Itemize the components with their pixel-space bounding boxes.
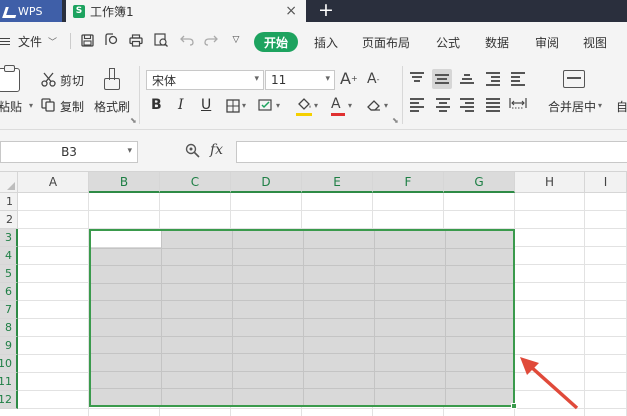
chevron-down-icon: ▾ <box>325 74 330 84</box>
spreadsheet-icon: S <box>73 4 85 18</box>
font-name-value: 宋体 <box>152 73 177 88</box>
font-color-swatch <box>331 113 345 116</box>
font-size-select[interactable]: 11 ▾ <box>265 70 335 90</box>
eraser-icon[interactable] <box>366 98 382 112</box>
ribbon-toolbar: 粘贴 ▾ 剪切 复制 格式刷 宋体 ▾ 11 ▾ A + A- B I U ▾ ▾… <box>0 60 627 130</box>
menu-divider <box>70 33 71 49</box>
worksheet-grid[interactable]: ABCDEFGHI 1 2 3 4 5 6 7 8 9 10 11 12 <box>0 172 627 416</box>
format-painter-button[interactable]: 格式刷 <box>94 98 130 115</box>
ribbon-divider <box>139 66 140 124</box>
distribute-icon[interactable] <box>509 96 527 110</box>
new-tab-button[interactable]: + <box>318 0 334 21</box>
tab-wps-home[interactable]: WPS <box>0 0 62 22</box>
print-icon[interactable] <box>129 33 143 47</box>
auto-wrap-button[interactable]: 自 <box>616 98 627 115</box>
increase-indent-icon[interactable] <box>511 72 525 86</box>
paste-icon[interactable] <box>0 65 20 92</box>
file-menu-label: 文件 <box>18 34 43 49</box>
tab-home-start[interactable]: 开始 <box>254 32 298 52</box>
clipboard-launcher-icon[interactable]: ⬊ <box>130 116 137 125</box>
fill-color-dropdown-icon[interactable]: ▾ <box>314 101 318 110</box>
hamburger-icon <box>0 36 10 47</box>
print-preview-icon[interactable] <box>154 33 168 47</box>
formula-bar: B3 ▾ fx <box>0 130 627 172</box>
insert-function-button[interactable]: fx <box>210 142 223 158</box>
borders-icon[interactable] <box>226 99 240 113</box>
decrease-indent-icon[interactable] <box>486 72 500 86</box>
chevron-down-icon: ﹀ <box>48 37 58 48</box>
zoom-icon[interactable] <box>185 143 200 162</box>
align-middle-icon[interactable] <box>432 69 452 89</box>
tab-view[interactable]: 视图 <box>583 34 607 51</box>
copy-icon <box>40 97 56 113</box>
cell-style-icon[interactable] <box>258 98 274 114</box>
italic-button[interactable]: I <box>178 97 184 113</box>
clear-dropdown-icon[interactable]: ▾ <box>384 101 388 110</box>
font-launcher-icon[interactable]: ⬊ <box>392 116 399 125</box>
name-box-value: B3 <box>61 145 77 159</box>
align-right-icon[interactable] <box>460 98 474 112</box>
tab-page-layout[interactable]: 页面布局 <box>362 34 410 51</box>
increase-font-size-icon[interactable]: A + <box>340 69 358 88</box>
tab-wps-label: WPS <box>18 4 43 18</box>
merge-dropdown-icon[interactable]: ▾ <box>598 101 602 110</box>
underline-button[interactable]: U <box>201 97 211 113</box>
export-pdf-icon[interactable] <box>104 33 118 47</box>
format-painter-icon <box>104 68 120 90</box>
scissors-icon <box>40 71 56 87</box>
copy-button[interactable]: 复制 <box>60 98 84 115</box>
align-top-icon[interactable] <box>410 72 424 84</box>
borders-dropdown-icon[interactable]: ▾ <box>242 101 246 110</box>
name-box[interactable]: B3 ▾ <box>0 141 138 163</box>
tab-data[interactable]: 数据 <box>485 34 509 51</box>
undo-icon[interactable] <box>180 33 194 47</box>
tab-insert[interactable]: 插入 <box>314 34 338 51</box>
quick-access-more-icon[interactable]: ▽ <box>229 33 243 47</box>
tab-document[interactable]: S 工作簿1 × <box>66 0 306 22</box>
ribbon-divider <box>402 66 403 124</box>
font-size-value: 11 <box>271 73 287 87</box>
cell-style-dropdown-icon[interactable]: ▾ <box>276 101 280 110</box>
merge-cells-icon <box>563 70 585 88</box>
font-color-dropdown-icon[interactable]: ▾ <box>348 101 352 110</box>
cut-button[interactable]: 剪切 <box>60 72 84 89</box>
align-left-icon[interactable] <box>410 98 424 112</box>
close-tab-icon[interactable]: × <box>285 3 297 19</box>
annotation-arrow-icon <box>520 357 579 410</box>
bold-button[interactable]: B <box>151 97 162 113</box>
tab-review[interactable]: 审阅 <box>535 34 559 51</box>
redo-icon[interactable] <box>204 33 218 47</box>
chevron-down-icon: ▾ <box>127 146 132 156</box>
tab-bar: WPS S 工作簿1 × + <box>0 0 627 22</box>
wps-logo-icon <box>4 6 14 16</box>
tab-document-title: 工作簿1 <box>90 4 134 19</box>
tab-formulas[interactable]: 公式 <box>436 34 460 51</box>
align-center-icon[interactable] <box>436 98 450 112</box>
chevron-down-icon: ▾ <box>254 74 259 84</box>
file-menu-button[interactable]: 文件 ﹀ <box>0 22 57 60</box>
font-name-select[interactable]: 宋体 ▾ <box>146 70 264 90</box>
menu-bar: 文件 ﹀ ▽ 开始 插入 页面布局 公式 数据 审阅 视图 <box>0 22 627 60</box>
save-icon[interactable] <box>80 33 94 47</box>
justify-icon[interactable] <box>486 98 500 112</box>
paste-button[interactable]: 粘贴 <box>0 98 22 115</box>
font-color-icon[interactable]: A <box>331 96 341 112</box>
fill-color-swatch <box>296 113 312 116</box>
align-bottom-icon[interactable] <box>460 72 474 84</box>
merge-center-button[interactable]: 合并居中 <box>548 98 596 115</box>
fill-color-icon[interactable] <box>296 97 312 111</box>
decrease-font-size-icon[interactable]: A- <box>367 71 379 87</box>
formula-input[interactable] <box>236 141 627 163</box>
paste-dropdown-icon[interactable]: ▾ <box>29 101 33 110</box>
